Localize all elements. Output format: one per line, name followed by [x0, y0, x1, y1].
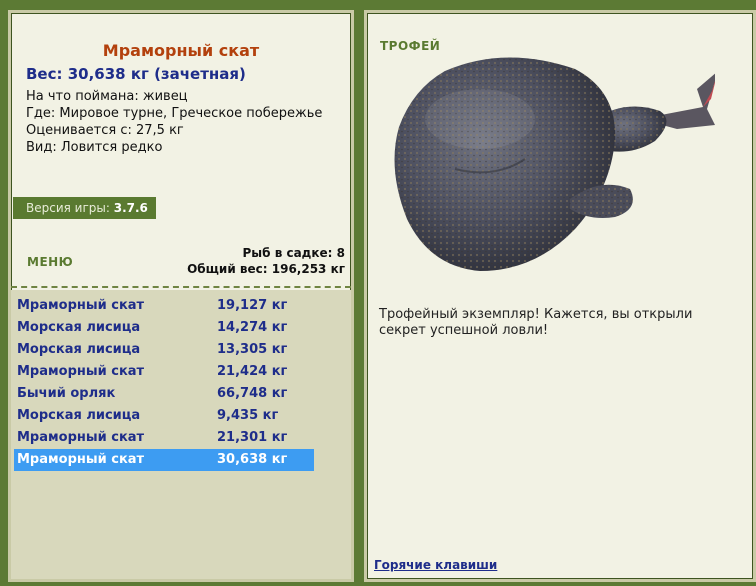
catch-list: Мраморный скат 19,127 кг Морская лисица …	[11, 290, 351, 579]
fish-info-panel: Мраморный скат Вес: 30,638 кг (зачетная)…	[8, 10, 354, 582]
fish-title: Мраморный скат	[102, 41, 260, 60]
hotkeys-link[interactable]: Горячие клавиши	[374, 558, 497, 572]
catch-weight: 21,301 кг	[217, 430, 288, 445]
catch-weight: 19,127 кг	[217, 298, 288, 313]
catch-list-item[interactable]: Бычий орляк 66,748 кг	[14, 383, 314, 405]
fish-weight: Вес: 30,638 кг (зачетная)	[26, 65, 246, 83]
catch-weight: 9,435 кг	[217, 408, 279, 423]
catch-weight: 30,638 кг	[217, 452, 288, 467]
catch-list-item[interactable]: Морская лисица 9,435 кг	[14, 405, 314, 427]
catch-name: Морская лисица	[17, 342, 141, 357]
catch-name: Мраморный скат	[17, 430, 145, 445]
trophy-panel: ТРОФЕЙ Трофейный экземпляр! Кажется, вы …	[364, 10, 756, 582]
catch-list-item[interactable]: Морская лисица 13,305 кг	[14, 339, 314, 361]
fish-count: Рыб в садке: 8	[242, 246, 346, 260]
catch-name: Мраморный скат	[17, 364, 145, 379]
total-weight: Общий вес: 196,253 кг	[187, 262, 345, 276]
catch-list-item[interactable]: Морская лисица 14,274 кг	[14, 317, 314, 339]
catch-list-item[interactable]: Мраморный скат 21,424 кг	[14, 361, 314, 383]
catch-weight: 13,305 кг	[217, 342, 288, 357]
trophy-message: Трофейный экземпляр! Кажется, вы открыли…	[379, 307, 693, 338]
catch-name: Морская лисица	[17, 320, 141, 335]
version-value: 3.7.6	[113, 201, 148, 215]
divider	[11, 286, 351, 288]
rarity-info: Вид: Ловится редко	[26, 140, 163, 155]
catch-list-item-selected[interactable]: Мраморный скат 30,638 кг	[14, 449, 314, 471]
catch-name: Бычий орляк	[17, 386, 116, 401]
menu-button[interactable]: МЕНЮ	[27, 255, 73, 269]
location-info: Где: Мировое турне, Греческое побережье	[26, 106, 323, 121]
valuation-info: Оценивается с: 27,5 кг	[26, 123, 184, 138]
catch-weight: 14,274 кг	[217, 320, 288, 335]
catch-list-item[interactable]: Мраморный скат 19,127 кг	[14, 295, 314, 317]
catch-weight: 21,424 кг	[217, 364, 288, 379]
catch-list-item[interactable]: Мраморный скат 21,301 кг	[14, 427, 314, 449]
catch-name: Морская лисица	[17, 408, 141, 423]
catch-name: Мраморный скат	[17, 298, 145, 313]
version-badge: Версия игры: 3.7.6	[13, 197, 156, 219]
bait-info: На что поймана: живец	[26, 89, 188, 104]
marbled-ray-image	[394, 57, 715, 272]
catch-name: Мраморный скат	[17, 452, 145, 467]
version-label: Версия игры:	[26, 201, 110, 215]
keepnet-stats: Рыб в садке: 8 Общий вес: 196,253 кг	[187, 245, 345, 277]
catch-weight: 66,748 кг	[217, 386, 288, 401]
